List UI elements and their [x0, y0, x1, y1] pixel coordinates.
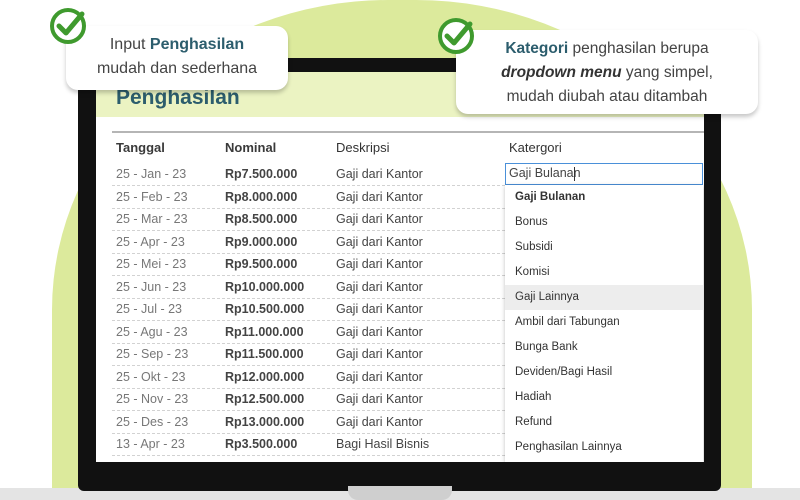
cell-nominal: Rp11.000.000	[225, 324, 304, 339]
dropdown-option[interactable]: Refund	[505, 410, 703, 435]
callout-left-line2: mudah dan sederhana	[96, 60, 258, 77]
dropdown-option-label: Bonus	[515, 216, 548, 228]
dropdown-option-label: Refund	[515, 416, 553, 428]
cell-date: 25 - Des - 23	[116, 414, 189, 429]
category-select-value: Gaji Bulanan	[509, 166, 581, 180]
column-header-category: Katergori	[509, 140, 562, 155]
cell-date: 25 - Feb - 23	[116, 189, 188, 204]
table-row[interactable]: 25 - Des - 23 Rp13.000.000 Gaji dari Kanto…	[112, 411, 510, 434]
cell-nominal: Rp8.000.000	[225, 189, 298, 204]
table-row[interactable]: 25 - Jun - 23 Rp10.000.000 Gaji dari Kanto…	[112, 276, 510, 299]
table-row[interactable]: 13 - Apr - 23 Rp3.500.000 Bagi Hasil Bisni…	[112, 433, 510, 456]
cell-nominal: Rp12.500.000	[225, 392, 305, 406]
table-header-divider	[112, 131, 704, 133]
cell-description: Gaji dari Kantor	[336, 392, 423, 406]
table-row[interactable]: 25 - Apr - 23 Rp9.000.000 Gaji dari Kantor	[112, 231, 510, 254]
callout-right-line1-rest: penghasilan berupa	[568, 40, 709, 57]
dropdown-option-label: Ambil dari Tabungan	[515, 316, 620, 328]
dropdown-option[interactable]: Bunga Bank	[505, 335, 703, 360]
cell-nominal: Rp8.500.000	[225, 212, 298, 226]
dropdown-option-label: Bunga Bank	[515, 341, 578, 353]
cell-date: 25 - Jun - 23	[116, 279, 187, 294]
laptop-stand	[348, 486, 452, 500]
dropdown-option[interactable]: Ambil dari Tabungan	[505, 310, 703, 335]
cell-nominal: Rp10.500.000	[225, 302, 305, 316]
category-select[interactable]: Gaji Bulanan	[505, 163, 703, 185]
table-row[interactable]: 25 - Agu - 23 Rp11.000.000 Gaji dari Kanto…	[112, 321, 510, 344]
cell-date: 25 - Okt - 23	[116, 369, 186, 384]
app-screen: Penghasilan Tanggal Nominal Deskripsi Ka…	[96, 72, 704, 462]
category-dropdown-menu: Gaji Bulanan Bonus Subsidi Komisi Gaji Lainn…	[505, 185, 703, 462]
callout-right-emphasis: dropdown menu	[501, 64, 622, 81]
cell-description: Gaji dari Kantor	[336, 347, 423, 361]
check-circle-icon	[438, 18, 474, 54]
cell-nominal: Rp9.000.000	[225, 234, 298, 249]
dropdown-option[interactable]: Bonus	[505, 210, 703, 235]
callout-left-bold: Penghasilan	[149, 36, 245, 53]
cell-description: Bagi Hasil Bisnis	[336, 437, 430, 451]
table-row[interactable]: 25 - Okt - 23 Rp12.000.000 Gaji dari Kanto…	[112, 366, 510, 389]
table-row[interactable]: 25 - Jan - 23 Rp7.500.000 Gaji dari Kantor	[112, 163, 510, 186]
dropdown-option-label: Hadiah	[515, 391, 552, 403]
cell-nominal: Rp13.000.000	[225, 414, 305, 429]
cell-nominal: Rp3.500.000	[225, 437, 298, 451]
dropdown-option[interactable]: Subsidi	[505, 235, 703, 260]
cell-description: Gaji dari Kantor	[336, 212, 423, 226]
cell-date: 25 - Mar - 23	[116, 212, 188, 226]
callout-right-bold: Kategori	[505, 40, 569, 57]
text-cursor	[574, 167, 575, 181]
cell-date: 25 - Sep - 23	[116, 347, 189, 361]
table-row[interactable]: 25 - Mei - 23 Rp9.500.000 Gaji dari Kantor	[112, 253, 510, 276]
dropdown-option-label: Penghasilan Lainnya	[515, 441, 622, 453]
cell-date: 25 - Jul - 23	[116, 302, 183, 316]
dropdown-option[interactable]: Penghasilan Lainnya	[505, 435, 703, 460]
dropdown-option[interactable]: Komisi	[505, 260, 703, 285]
column-header-nominal: Nominal	[225, 140, 277, 155]
cell-nominal: Rp11.500.000	[225, 347, 304, 361]
dropdown-option-label: Deviden/Bagi Hasil	[515, 366, 613, 378]
cell-date: 25 - Agu - 23	[116, 324, 188, 339]
dropdown-option[interactable]: Deviden/Bagi Hasil	[505, 360, 703, 385]
cell-nominal: Rp9.500.000	[225, 257, 298, 271]
cell-description: Gaji dari Kantor	[336, 189, 423, 204]
table-row[interactable]: 25 - Feb - 23 Rp8.000.000 Gaji dari Kantor	[112, 186, 510, 209]
cell-description: Gaji dari Kantor	[336, 324, 423, 339]
cell-nominal: Rp12.000.000	[225, 369, 305, 384]
callout-category-dropdown: Kategori penghasilan berupa dropdown men…	[456, 30, 758, 114]
cell-date: 25 - Apr - 23	[116, 234, 185, 249]
cell-description: Gaji dari Kantor	[336, 167, 423, 181]
table-row[interactable]: 25 - Jul - 23 Rp10.500.000 Gaji dari Kanto…	[112, 298, 510, 321]
cell-description: Gaji dari Kantor	[336, 414, 423, 429]
table-row[interactable]: 25 - Mar - 23 Rp8.500.000 Gaji dari Kantor	[112, 208, 510, 231]
column-header-date: Tanggal	[116, 140, 165, 155]
cell-nominal: Rp7.500.000	[225, 167, 298, 181]
dropdown-option-label: Komisi	[515, 266, 550, 278]
dropdown-option[interactable]: Hadiah	[505, 385, 703, 410]
cell-description: Gaji dari Kantor	[336, 369, 423, 384]
cell-nominal: Rp10.000.000	[225, 279, 305, 294]
callout-right-line2-rest: yang simpel,	[621, 64, 713, 81]
dropdown-option[interactable]: Gaji Bulanan	[505, 185, 703, 210]
cell-description: Gaji dari Kantor	[336, 257, 423, 271]
check-circle-icon	[50, 8, 86, 44]
cell-date: 25 - Jan - 23	[116, 167, 187, 181]
table-row[interactable]: 25 - Nov - 23 Rp12.500.000 Gaji dari Kanto…	[112, 388, 510, 411]
cell-description: Gaji dari Kantor	[336, 302, 423, 316]
cell-description: Gaji dari Kantor	[336, 234, 423, 249]
callout-left-prefix: Input	[109, 36, 150, 53]
callout-input-income: Input Penghasilan mudah dan sederhana	[66, 26, 288, 90]
cell-date: 25 - Mei - 23	[116, 257, 187, 271]
dropdown-option-label: Gaji Lainnya	[515, 291, 579, 303]
dropdown-option[interactable]: Gaji Lainnya	[505, 285, 703, 310]
cell-date: 13 - Apr - 23	[116, 437, 185, 451]
column-header-description: Deskripsi	[336, 140, 390, 155]
table-row[interactable]: 25 - Sep - 23 Rp11.500.000 Gaji dari Kanto…	[112, 343, 510, 366]
cell-description: Gaji dari Kantor	[336, 279, 423, 294]
dropdown-option-label: Subsidi	[515, 241, 553, 253]
cell-date: 25 - Nov - 23	[116, 392, 189, 406]
dropdown-option-label: Gaji Bulanan	[515, 191, 586, 203]
callout-right-line3: mudah diubah atau ditambah	[506, 88, 708, 105]
